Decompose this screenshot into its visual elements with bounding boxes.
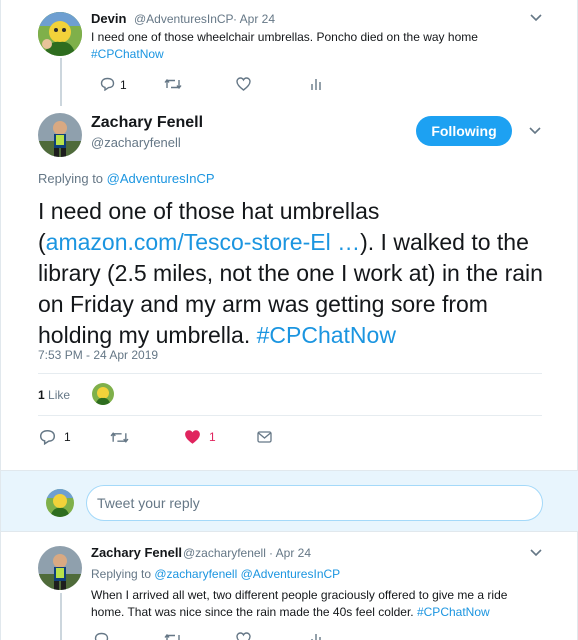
avatar-devin[interactable] bbox=[38, 12, 82, 56]
tweet1-hashtag[interactable]: #CPChatNow bbox=[91, 47, 164, 61]
main-timestamp[interactable]: 7:53 PM - 24 Apr 2019 bbox=[38, 348, 158, 362]
replying-to-label: Replying to bbox=[91, 567, 155, 581]
main-author-handle[interactable]: @zacharyfenell bbox=[91, 135, 181, 150]
main-hashtag[interactable]: #CPChatNow bbox=[257, 322, 396, 348]
chevron-down-icon[interactable] bbox=[530, 549, 542, 557]
likes-label: Like bbox=[48, 388, 71, 402]
tweet3-text-line2: home. That was nice since the rain made … bbox=[91, 605, 490, 619]
heart-icon[interactable] bbox=[236, 632, 251, 640]
main-reply-count: 1 bbox=[64, 430, 71, 444]
avatar-zachary[interactable] bbox=[38, 546, 82, 590]
analytics-icon[interactable] bbox=[310, 632, 322, 640]
main-replying-to: Replying to @AdventuresInCP bbox=[38, 171, 215, 186]
following-button[interactable]: Following bbox=[416, 116, 512, 146]
main-tweet-text: I need one of those hat umbrellas (amazo… bbox=[38, 196, 558, 351]
tweet-reply-input[interactable]: Tweet your reply bbox=[86, 485, 543, 521]
likes-summary[interactable]: 1 Like bbox=[38, 388, 70, 402]
chevron-down-icon[interactable] bbox=[529, 127, 541, 135]
tweet3-author-handle[interactable]: @zacharyfenell bbox=[183, 546, 266, 560]
current-user-avatar bbox=[46, 489, 74, 517]
conversation-frame: Devin @AdventuresInCP · Apr 24 I need on… bbox=[0, 0, 578, 640]
tweet3-date[interactable]: · Apr 24 bbox=[269, 546, 311, 560]
amazon-link[interactable]: amazon.com/Tesco-store-El … bbox=[46, 229, 360, 255]
tweet3-text-part2: home. That was nice since the rain made … bbox=[91, 605, 417, 619]
main-author-name[interactable]: Zachary Fenell bbox=[91, 114, 203, 132]
direct-message-icon[interactable] bbox=[257, 431, 272, 443]
heart-filled-icon[interactable] bbox=[184, 429, 201, 445]
thread-line bbox=[60, 58, 62, 106]
main-like-count: 1 bbox=[209, 430, 216, 444]
tweet3-text-line1: When I arrived all wet, two different pe… bbox=[91, 588, 508, 602]
tweet3-replying-to: Replying to @zacharyfenell @AdventuresIn… bbox=[91, 567, 340, 581]
reply-icon[interactable] bbox=[100, 77, 115, 91]
divider bbox=[38, 373, 542, 374]
reply-icon[interactable] bbox=[94, 632, 109, 640]
divider bbox=[38, 415, 542, 416]
tweet3-hashtag[interactable]: #CPChatNow bbox=[417, 605, 490, 619]
tweet1-author-handle[interactable]: @AdventuresInCP bbox=[134, 12, 234, 26]
tweet1-text: I need one of those wheelchair umbrellas… bbox=[91, 30, 478, 44]
analytics-icon[interactable] bbox=[310, 77, 322, 90]
retweet-icon[interactable] bbox=[164, 633, 182, 640]
likes-count: 1 bbox=[38, 388, 45, 402]
liker-avatar[interactable] bbox=[92, 383, 114, 405]
chevron-down-icon[interactable] bbox=[530, 14, 542, 22]
replying-to-label: Replying to bbox=[38, 171, 107, 186]
reply-icon[interactable] bbox=[39, 429, 56, 445]
heart-icon[interactable] bbox=[236, 77, 251, 91]
avatar-zachary[interactable] bbox=[38, 113, 82, 157]
tweet1-reply-count: 1 bbox=[120, 78, 127, 92]
tweet1-author-name[interactable]: Devin bbox=[91, 11, 126, 26]
retweet-icon[interactable] bbox=[164, 78, 182, 90]
replying-to-link[interactable]: @AdventuresInCP bbox=[107, 171, 215, 186]
retweet-icon[interactable] bbox=[110, 431, 129, 444]
replying-to-link[interactable]: @zacharyfenell @AdventuresInCP bbox=[154, 567, 340, 581]
tweet3-author-name[interactable]: Zachary Fenell bbox=[91, 545, 182, 560]
thread-line bbox=[60, 593, 62, 640]
tweet1-date[interactable]: · Apr 24 bbox=[233, 12, 275, 26]
